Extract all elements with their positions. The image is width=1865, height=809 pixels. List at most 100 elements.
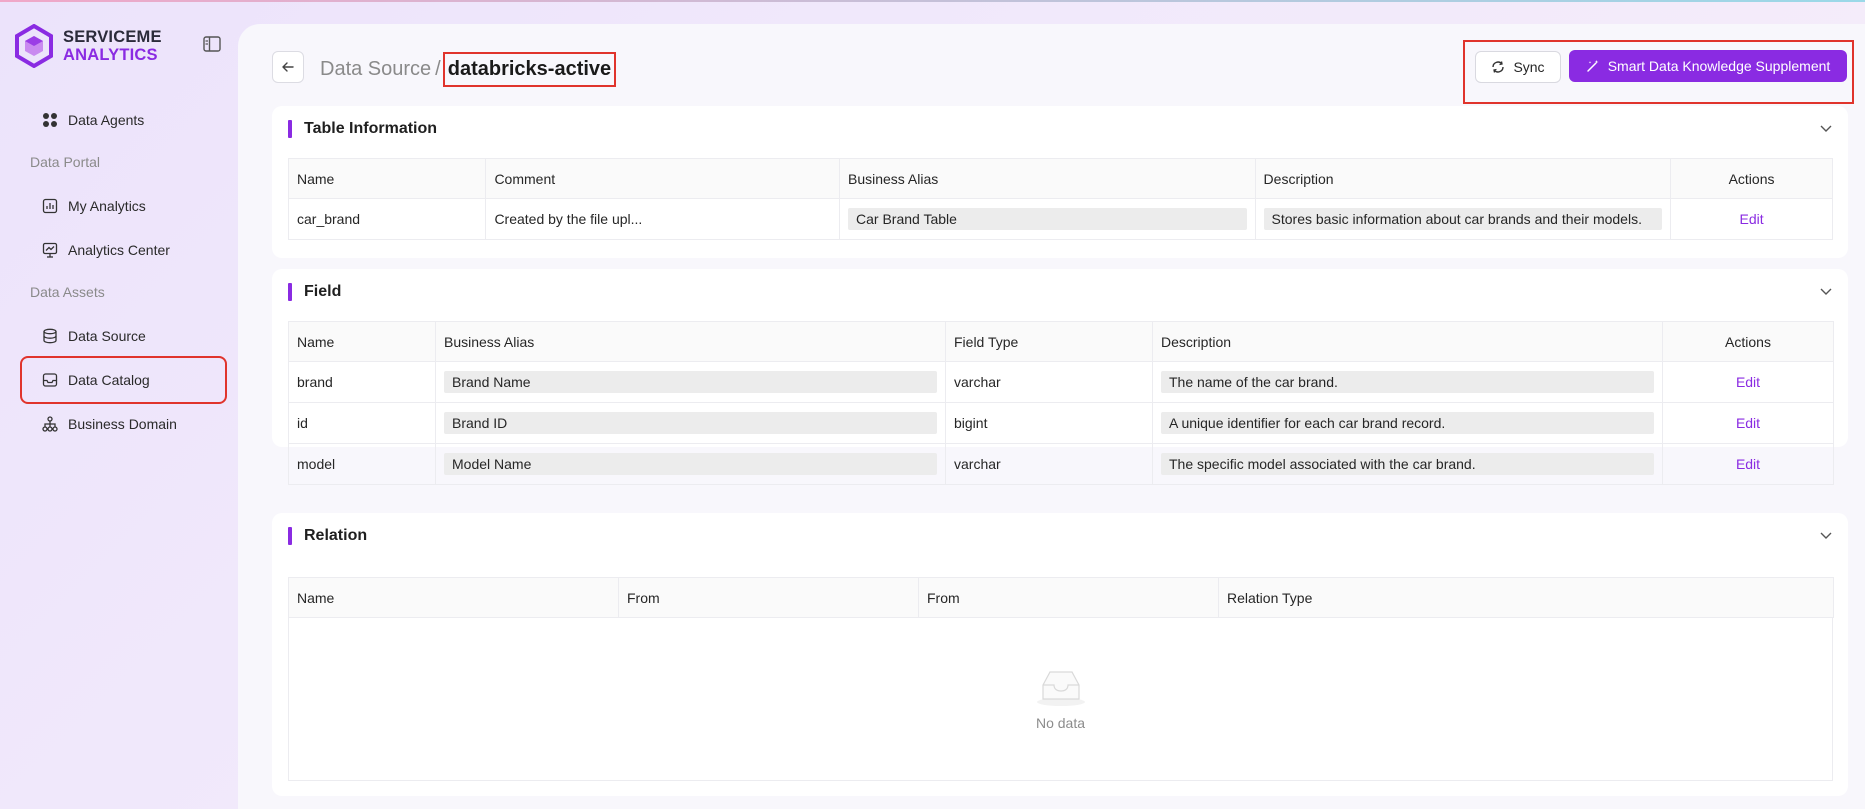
- cell-actions: Edit: [1662, 443, 1834, 485]
- sidebar-item-business-domain[interactable]: Business Domain: [22, 402, 225, 446]
- description-field[interactable]: Stores basic information about car brand…: [1263, 208, 1663, 230]
- brand-line-2: ANALYTICS: [63, 46, 158, 64]
- brand-line-1: SERVICEME: [63, 28, 162, 46]
- sidebar-item-label: Analytics Center: [68, 242, 170, 258]
- main-panel: Data Source / databricks-active Sync Sma…: [238, 24, 1865, 809]
- empty-text: No data: [1035, 714, 1086, 731]
- sidebar-item-data-source[interactable]: Data Source: [22, 314, 225, 358]
- table-row: car_brand Created by the file upl... Car…: [287, 198, 1833, 240]
- column-header: Actions: [1670, 158, 1833, 199]
- description-field[interactable]: The specific model associated with the c…: [1161, 453, 1654, 475]
- section-title-text: Field: [304, 283, 342, 300]
- field-table: Name Business Alias Field Type Descripti…: [288, 321, 1834, 485]
- accent-bar: [288, 527, 292, 545]
- database-icon: [42, 328, 58, 344]
- edit-link[interactable]: Edit: [1736, 374, 1760, 390]
- section-title: Relation: [288, 527, 367, 545]
- field-card: Field Name Business Alias Field Type Des…: [272, 269, 1848, 485]
- column-header: Description: [1254, 158, 1672, 199]
- cell-comment: Created by the file upl...: [485, 198, 840, 240]
- relation-table: Name From From Relation Type: [288, 577, 1834, 618]
- cell-type: bigint: [945, 402, 1153, 444]
- breadcrumb-parent[interactable]: Data Source: [320, 58, 431, 81]
- nav-group-data-portal: Data Portal: [30, 154, 101, 170]
- accent-bar: [288, 283, 292, 301]
- section-title-text: Relation: [304, 527, 368, 544]
- sidebar: SERVICEME ANALYTICS Data Agents Data Por…: [0, 0, 238, 809]
- sidebar-item-label: Business Domain: [68, 416, 177, 432]
- breadcrumb: Data Source / databricks-active: [320, 52, 617, 87]
- cell-name: id: [288, 402, 436, 444]
- empty-state: No data: [288, 617, 1833, 781]
- sidebar-item-data-catalog[interactable]: Data Catalog: [20, 356, 227, 404]
- cell-alias: Brand Name: [435, 361, 946, 403]
- arrow-left-icon: [282, 62, 294, 72]
- column-header: Name: [288, 321, 436, 362]
- column-header: Comment: [485, 158, 840, 199]
- grid-icon: [42, 112, 58, 128]
- alias-field[interactable]: Brand Name: [444, 371, 937, 393]
- table-info-table: Name Comment Business Alias Description …: [287, 158, 1833, 240]
- page-title: databricks-active: [442, 52, 617, 87]
- table-information-card: Table Information Name Comment Business …: [272, 106, 1848, 258]
- column-header: Business Alias: [435, 321, 946, 362]
- cell-name: car_brand: [287, 198, 487, 240]
- column-header: Business Alias: [839, 158, 1256, 199]
- accent-bar: [288, 120, 292, 138]
- cell-alias: Brand ID: [435, 402, 946, 444]
- column-header: Name: [288, 577, 619, 618]
- cell-type: varchar: [945, 361, 1153, 403]
- column-header: Relation Type: [1218, 577, 1834, 618]
- chevron-down-icon[interactable]: [1818, 283, 1834, 299]
- edit-link[interactable]: Edit: [1739, 211, 1763, 227]
- sidebar-item-label: Data Source: [68, 328, 146, 344]
- hierarchy-icon: [42, 416, 58, 432]
- table-row: brand Brand Name varchar The name of the…: [288, 361, 1834, 403]
- sidebar-item-data-agents[interactable]: Data Agents: [22, 98, 225, 142]
- smart-knowledge-button[interactable]: Smart Data Knowledge Supplement: [1569, 50, 1847, 82]
- cell-description: A unique identifier for each car brand r…: [1152, 402, 1663, 444]
- cell-name: brand: [288, 361, 436, 403]
- breadcrumb-separator: /: [435, 58, 441, 80]
- description-field[interactable]: The name of the car brand.: [1161, 371, 1654, 393]
- sync-icon: [1492, 61, 1505, 73]
- edit-link[interactable]: Edit: [1736, 456, 1760, 472]
- sync-label: Sync: [1513, 59, 1545, 75]
- top-stripe: [0, 0, 1865, 2]
- chevron-down-icon[interactable]: [1818, 527, 1834, 543]
- sidebar-item-label: Data Catalog: [68, 372, 150, 388]
- table-row: id Brand ID bigint A unique identifier f…: [288, 402, 1834, 444]
- description-field[interactable]: A unique identifier for each car brand r…: [1161, 412, 1654, 434]
- sidebar-item-label: Data Agents: [68, 112, 145, 128]
- cell-name: model: [288, 443, 436, 485]
- sidebar-item-label: My Analytics: [68, 198, 146, 214]
- alias-field[interactable]: Model Name: [444, 453, 937, 475]
- column-header: Actions: [1662, 321, 1834, 362]
- chart-icon: [42, 198, 58, 214]
- column-header: From: [918, 577, 1219, 618]
- cell-actions: Edit: [1662, 402, 1834, 444]
- cell-alias: Model Name: [435, 443, 946, 485]
- cell-actions: Edit: [1670, 198, 1833, 240]
- cell-alias: Car Brand Table: [839, 198, 1256, 240]
- empty-inbox-icon: [1036, 670, 1085, 706]
- cell-description: Stores basic information about car brand…: [1254, 198, 1672, 240]
- alias-field[interactable]: Car Brand Table: [848, 208, 1247, 230]
- chevron-down-icon[interactable]: [1818, 120, 1834, 136]
- alias-field[interactable]: Brand ID: [444, 412, 937, 434]
- sidebar-collapse-icon[interactable]: [203, 36, 221, 52]
- section-title: Table Information: [288, 120, 437, 138]
- sync-button[interactable]: Sync: [1475, 51, 1561, 83]
- column-header: Name: [287, 158, 487, 199]
- serviceme-logo-icon: [15, 24, 53, 68]
- back-button[interactable]: [272, 51, 304, 83]
- inbox-icon: [42, 372, 58, 388]
- section-title-text: Table Information: [304, 120, 438, 137]
- brand-name: SERVICEME ANALYTICS: [63, 28, 162, 64]
- sidebar-item-analytics-center[interactable]: Analytics Center: [22, 228, 225, 272]
- smart-knowledge-label: Smart Data Knowledge Supplement: [1607, 58, 1831, 74]
- magic-wand-icon: [1586, 60, 1599, 72]
- column-header: From: [618, 577, 919, 618]
- edit-link[interactable]: Edit: [1736, 415, 1760, 431]
- sidebar-item-my-analytics[interactable]: My Analytics: [22, 184, 225, 228]
